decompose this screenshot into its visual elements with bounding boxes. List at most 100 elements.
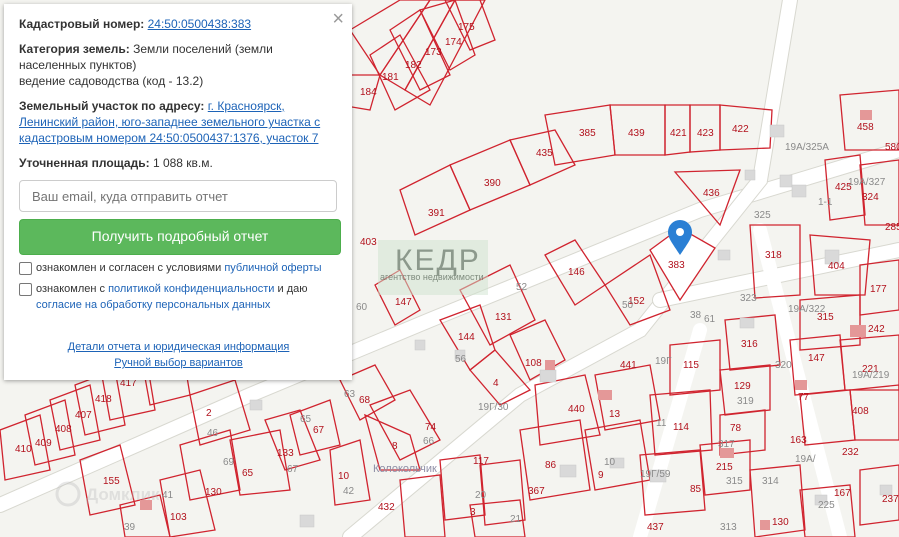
svg-text:323: 323 xyxy=(740,293,757,304)
svg-text:42: 42 xyxy=(343,486,355,497)
svg-text:129: 129 xyxy=(734,381,751,392)
svg-text:313: 313 xyxy=(720,522,737,533)
cadastral-label: Кадастровый номер: xyxy=(19,17,145,31)
privacy-consent[interactable]: ознакомлен с политикой конфиденциальност… xyxy=(19,281,338,313)
domclick-text: Домклик xyxy=(86,485,160,504)
category-use: ведение садоводства (код - 13.2) xyxy=(19,74,204,88)
svg-text:383: 383 xyxy=(668,260,685,271)
svg-text:63: 63 xyxy=(344,389,356,400)
svg-text:67: 67 xyxy=(313,425,325,436)
svg-text:86: 86 xyxy=(545,460,557,471)
svg-text:19Г/30: 19Г/30 xyxy=(478,402,509,413)
kedr-watermark: КЕДР агентство недвижимости xyxy=(378,240,488,295)
svg-text:56: 56 xyxy=(455,354,467,365)
svg-text:421: 421 xyxy=(670,128,687,139)
cadastral-number-link[interactable]: 24:50:0500438:383 xyxy=(148,17,251,31)
svg-text:225: 225 xyxy=(818,500,835,511)
svg-text:19Г/59: 19Г/59 xyxy=(640,469,671,480)
svg-text:50: 50 xyxy=(622,300,634,311)
svg-text:78: 78 xyxy=(730,423,742,434)
svg-text:10: 10 xyxy=(604,457,616,468)
svg-text:67: 67 xyxy=(287,464,299,475)
svg-text:39: 39 xyxy=(124,522,136,533)
svg-text:184: 184 xyxy=(360,87,377,98)
offer-consent-text: ознакомлен и согласен с условиями публич… xyxy=(36,262,322,274)
category-row: Категория земель: Земли поселений (земли… xyxy=(19,41,338,89)
offer-consent[interactable]: ознакомлен и согласен с условиями публич… xyxy=(19,260,338,276)
svg-text:167: 167 xyxy=(834,488,851,499)
svg-text:147: 147 xyxy=(395,297,412,308)
get-report-button[interactable]: Получить подробный отчет xyxy=(19,219,341,255)
manual-select-link[interactable]: Ручной выбор вариантов xyxy=(114,355,242,371)
plot-info-panel: × Кадастровый номер: 24:50:0500438:383 К… xyxy=(4,4,352,380)
address-row: Земельный участок по адресу: г. Краснояр… xyxy=(19,98,338,146)
svg-text:19А/322: 19А/322 xyxy=(788,304,826,315)
svg-text:403: 403 xyxy=(360,237,377,248)
svg-text:19А/219: 19А/219 xyxy=(852,370,890,381)
svg-text:108: 108 xyxy=(525,358,542,369)
svg-text:60: 60 xyxy=(356,302,368,313)
svg-text:432: 432 xyxy=(378,502,395,513)
svg-text:8: 8 xyxy=(392,441,398,452)
area-value: 1 088 кв.м. xyxy=(152,156,213,170)
svg-text:115: 115 xyxy=(683,360,699,371)
svg-text:385: 385 xyxy=(579,128,596,139)
svg-text:38: 38 xyxy=(690,310,702,321)
svg-text:436: 436 xyxy=(703,188,720,199)
street-label: Колокольчик xyxy=(373,463,437,475)
svg-text:69: 69 xyxy=(223,457,235,468)
svg-text:147: 147 xyxy=(808,353,825,364)
close-icon[interactable]: × xyxy=(332,9,344,29)
svg-text:1-1: 1-1 xyxy=(818,197,833,208)
svg-text:3: 3 xyxy=(470,507,476,518)
svg-text:404: 404 xyxy=(828,261,845,272)
svg-text:144: 144 xyxy=(458,332,475,343)
svg-text:285: 285 xyxy=(885,222,899,233)
svg-text:173: 173 xyxy=(425,47,442,58)
svg-text:11: 11 xyxy=(656,418,667,429)
svg-text:163: 163 xyxy=(790,435,807,446)
svg-text:408: 408 xyxy=(55,424,72,435)
personal-data-link[interactable]: согласие на обработку персональных данны… xyxy=(36,299,270,311)
svg-text:130: 130 xyxy=(205,487,222,498)
svg-text:320: 320 xyxy=(775,360,792,371)
svg-text:19Г: 19Г xyxy=(655,356,672,367)
brand-tagline: агентство недвижимости xyxy=(380,272,484,282)
svg-text:317: 317 xyxy=(718,439,735,450)
svg-text:114: 114 xyxy=(673,422,689,433)
svg-text:65: 65 xyxy=(242,468,254,479)
svg-text:314: 314 xyxy=(762,476,779,487)
svg-text:41: 41 xyxy=(162,490,174,501)
offer-link[interactable]: публичной оферты xyxy=(224,262,321,274)
svg-text:437: 437 xyxy=(647,522,664,533)
svg-text:117: 117 xyxy=(473,456,489,467)
details-link[interactable]: Детали отчета и юридическая информация xyxy=(68,339,290,355)
privacy-link[interactable]: политикой конфиденциальности xyxy=(108,283,274,295)
svg-text:423: 423 xyxy=(697,128,714,139)
category-label: Категория земель: xyxy=(19,42,130,56)
svg-text:182: 182 xyxy=(405,60,422,71)
svg-text:318: 318 xyxy=(765,250,782,261)
svg-text:103: 103 xyxy=(170,512,187,523)
svg-text:232: 232 xyxy=(842,447,859,458)
footer-links: Детали отчета и юридическая информация Р… xyxy=(19,339,338,371)
svg-text:439: 439 xyxy=(628,128,645,139)
email-input[interactable] xyxy=(19,180,337,212)
domclick-watermark: Домклик xyxy=(55,481,160,507)
svg-text:21: 21 xyxy=(510,514,522,525)
privacy-consent-text: ознакомлен с политикой конфиденциальност… xyxy=(36,283,308,311)
svg-text:367: 367 xyxy=(528,486,545,497)
area-label: Уточненная площадь: xyxy=(19,156,150,170)
offer-checkbox[interactable] xyxy=(19,262,32,275)
svg-text:410: 410 xyxy=(15,444,32,455)
svg-text:13: 13 xyxy=(609,409,621,420)
privacy-checkbox[interactable] xyxy=(19,283,32,296)
svg-text:175: 175 xyxy=(458,22,475,33)
svg-text:242: 242 xyxy=(868,324,885,335)
svg-text:181: 181 xyxy=(382,72,399,83)
svg-text:391: 391 xyxy=(428,208,445,219)
svg-text:133: 133 xyxy=(277,448,294,459)
svg-text:435: 435 xyxy=(536,148,553,159)
svg-text:65: 65 xyxy=(300,414,312,425)
svg-text:146: 146 xyxy=(568,267,585,278)
